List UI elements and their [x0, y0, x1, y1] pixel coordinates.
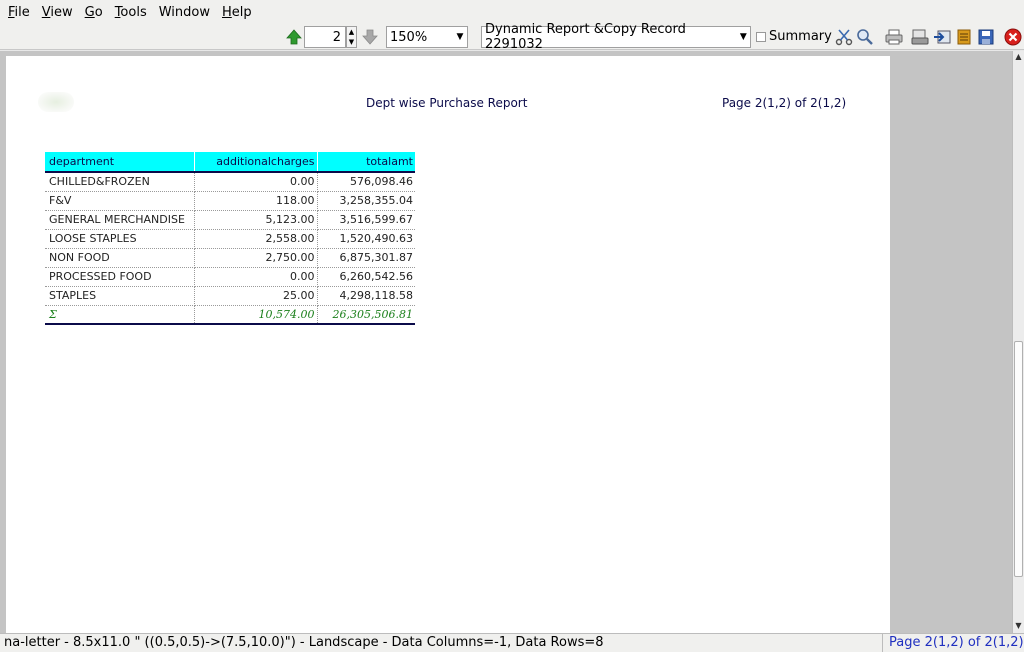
table-total-row: Σ 10,574.00 26,305,506.81	[45, 305, 415, 325]
totalamt-cell: 576,098.46	[317, 172, 415, 192]
vertical-scrollbar[interactable]: ▲ ▼	[1012, 51, 1024, 633]
menu-help[interactable]: Help	[218, 5, 260, 20]
menu-file[interactable]: File	[4, 5, 38, 20]
menu-tools[interactable]: Tools	[111, 5, 155, 20]
menu-window[interactable]: Window	[155, 5, 218, 20]
report-table: department additionalcharges totalamt CH…	[45, 152, 415, 325]
summary-toggle[interactable]: Summary	[756, 29, 832, 44]
sigma-total-label: Σ	[45, 305, 195, 325]
zoom-select[interactable]: 150% ▼	[386, 26, 468, 48]
page-number-input[interactable]: 2	[304, 26, 346, 48]
department-cell: PROCESSED FOOD	[45, 267, 195, 287]
department-cell: NON FOOD	[45, 248, 195, 268]
summary-label: Summary	[769, 29, 832, 44]
next-page-down-arrow-icon[interactable]	[360, 27, 380, 47]
page-format-status: na-letter - 8.5x11.0 " ((0.5,0.5)->(7.5,…	[4, 635, 604, 650]
chevron-down-icon: ▼	[739, 32, 747, 42]
department-cell: GENERAL MERCHANDISE	[45, 210, 195, 230]
page-indicator: Page 2(1,2) of 2(1,2)	[722, 96, 847, 110]
totalamt-cell: 6,875,301.87	[317, 248, 415, 268]
table-row: GENERAL MERCHANDISE 5,123.00 3,516,599.6…	[45, 210, 415, 230]
totalamt-cell: 3,516,599.67	[317, 210, 415, 230]
additionalcharges-total: 10,574.00	[194, 305, 318, 325]
toolbar: 2 ▲ ▼ 150% ▼ Dynamic Report &Copy Record 2…	[0, 22, 1024, 52]
scroll-down-arrow-icon[interactable]: ▼	[1013, 620, 1024, 632]
additionalcharges-cell: 2,558.00	[194, 229, 318, 249]
summary-checkbox[interactable]	[756, 31, 766, 42]
table-row: NON FOOD 2,750.00 6,875,301.87	[45, 248, 415, 268]
column-header-additionalcharges[interactable]: additionalcharges	[194, 152, 318, 173]
column-header-totalamt[interactable]: totalamt	[317, 152, 415, 173]
menu-bar: File View Go Tools Window Help	[0, 0, 1024, 24]
tools-scissors-icon[interactable]	[834, 27, 854, 47]
close-icon[interactable]	[1003, 27, 1023, 47]
department-cell: STAPLES	[45, 286, 195, 306]
page-number-spinner[interactable]: ▲ ▼	[346, 26, 357, 48]
table-row: STAPLES 25.00 4,298,118.58	[45, 286, 415, 306]
menu-view[interactable]: View	[38, 5, 81, 20]
totalamt-cell: 6,260,542.56	[317, 267, 415, 287]
table-row: F&V 118.00 3,258,355.04	[45, 191, 415, 211]
page-status: Page 2(1,2) of 2(1,2)	[882, 634, 1024, 652]
additionalcharges-cell: 5,123.00	[194, 210, 318, 230]
page-setup-icon[interactable]	[910, 27, 930, 47]
department-cell: F&V	[45, 191, 195, 211]
additionalcharges-cell: 25.00	[194, 286, 318, 306]
column-header-department[interactable]: department	[45, 152, 195, 173]
additionalcharges-cell: 0.00	[194, 267, 318, 287]
status-bar: na-letter - 8.5x11.0 " ((0.5,0.5)->(7.5,…	[0, 633, 1024, 652]
save-icon[interactable]	[976, 27, 996, 47]
totalamt-cell: 3,258,355.04	[317, 191, 415, 211]
totalamt-total: 26,305,506.81	[317, 305, 415, 325]
report-select[interactable]: Dynamic Report &Copy Record 2291032 ▼	[481, 22, 751, 52]
report-viewport[interactable]: Dept wise Purchase Report Page 2(1,2) of…	[0, 51, 1012, 633]
notes-icon[interactable]	[954, 27, 974, 47]
totalamt-cell: 1,520,490.63	[317, 229, 415, 249]
additionalcharges-cell: 118.00	[194, 191, 318, 211]
totalamt-cell: 4,298,118.58	[317, 286, 415, 306]
additionalcharges-cell: 0.00	[194, 172, 318, 192]
department-cell: CHILLED&FROZEN	[45, 172, 195, 192]
additionalcharges-cell: 2,750.00	[194, 248, 318, 268]
department-cell: LOOSE STAPLES	[45, 229, 195, 249]
scrollbar-thumb[interactable]	[1014, 341, 1023, 577]
company-logo	[38, 92, 74, 112]
scroll-up-arrow-icon[interactable]: ▲	[1013, 51, 1024, 63]
print-icon[interactable]	[884, 27, 904, 47]
menu-go[interactable]: Go	[81, 5, 111, 20]
table-row: LOOSE STAPLES 2,558.00 1,520,490.63	[45, 229, 415, 249]
previous-page-up-arrow-icon[interactable]	[284, 27, 304, 47]
search-icon[interactable]	[855, 27, 875, 47]
table-header-row: department additionalcharges totalamt	[45, 152, 415, 173]
report-page: Dept wise Purchase Report Page 2(1,2) of…	[6, 56, 890, 633]
export-icon[interactable]	[932, 27, 952, 47]
table-row: CHILLED&FROZEN 0.00 576,098.46	[45, 172, 415, 192]
report-title: Dept wise Purchase Report	[366, 96, 528, 110]
chevron-down-icon: ▼	[456, 32, 464, 42]
table-row: PROCESSED FOOD 0.00 6,260,542.56	[45, 267, 415, 287]
